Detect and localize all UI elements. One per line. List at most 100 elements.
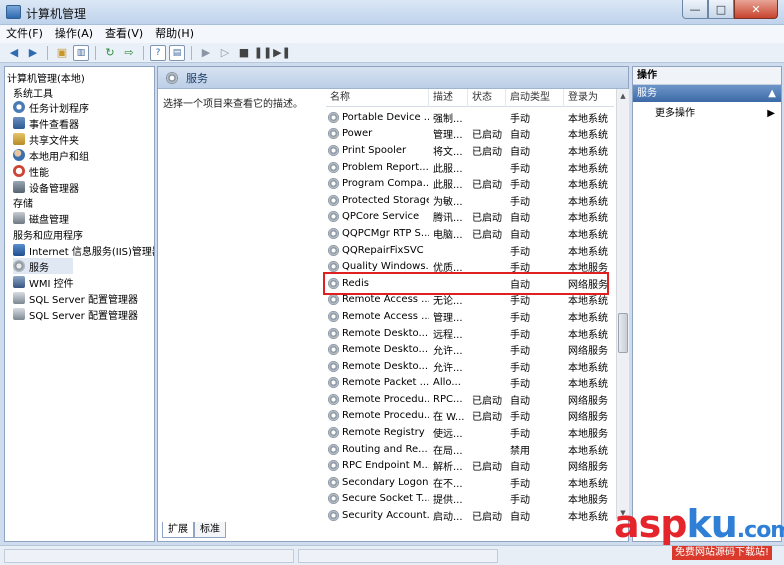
- table-row[interactable]: Secondary Logon 在不... 手动 本地系统: [326, 474, 614, 491]
- properties-icon[interactable]: ▤: [169, 44, 185, 61]
- tab-standard[interactable]: 标准: [194, 522, 226, 538]
- restart-icon[interactable]: ▶❚: [273, 45, 291, 61]
- show-hide-tree-icon[interactable]: ▥: [73, 44, 89, 61]
- menu-action[interactable]: 操作(A): [49, 25, 99, 43]
- stop-icon[interactable]: ■: [236, 45, 252, 61]
- minimize-button[interactable]: —: [682, 0, 708, 19]
- maximize-button[interactable]: □: [708, 0, 734, 19]
- tree-local-users[interactable]: 本地用户和组: [13, 147, 89, 163]
- table-row[interactable]: Secure Socket T... 提供... 手动 本地服务: [326, 491, 614, 508]
- service-name-cell: Security Account...: [326, 510, 429, 522]
- tree-shared-folders[interactable]: 共享文件夹: [13, 131, 79, 147]
- tree-event-viewer[interactable]: 事件查看器: [13, 115, 79, 131]
- table-row[interactable]: Quality Windows... 优质... 手动 本地服务: [326, 258, 614, 275]
- column-header-startup-type[interactable]: 启动类型: [506, 89, 564, 107]
- service-description-cell: 允许...: [433, 346, 463, 358]
- table-row[interactable]: Protected Storage 为敏... 手动 本地系统: [326, 192, 614, 209]
- service-startup-cell: 自动: [510, 213, 530, 225]
- performance-icon: [13, 165, 25, 177]
- service-gear-icon: [328, 360, 339, 372]
- back-arrow-icon[interactable]: ◀: [6, 45, 22, 61]
- table-row[interactable]: Remote Deskto... 允许... 手动 本地系统: [326, 358, 614, 375]
- tree-performance[interactable]: 性能: [13, 163, 49, 179]
- table-row[interactable]: Remote Packet ... Allo... 手动 本地系统: [326, 375, 614, 392]
- table-row[interactable]: Remote Deskto... 远程... 手动 本地系统: [326, 325, 614, 342]
- users-icon: [13, 149, 25, 161]
- service-name-cell: Protected Storage: [326, 194, 429, 206]
- tree-device-manager-label: 设备管理器: [29, 183, 79, 195]
- tree-root[interactable]: 计算机管理(本地): [7, 69, 85, 85]
- clock-icon: [13, 101, 25, 113]
- actions-group-services[interactable]: 服务 ▲: [633, 85, 781, 102]
- table-row[interactable]: Remote Registry 使远... 手动 本地服务: [326, 424, 614, 441]
- tab-extended[interactable]: 扩展: [162, 522, 194, 538]
- tree-sql-config-2[interactable]: SQL Server 配置管理器: [13, 306, 138, 322]
- table-row[interactable]: Program Compa... 此服... 已启动 手动 本地系统: [326, 175, 614, 192]
- table-row[interactable]: Remote Procedu... 在 W... 已启动 手动 网络服务: [326, 408, 614, 425]
- service-gear-icon: [328, 294, 339, 306]
- table-row[interactable]: Problem Report... 此服... 手动 本地系统: [326, 159, 614, 176]
- table-row[interactable]: QQPCMgr RTP S... 电脑... 已启动 自动 本地系统: [326, 225, 614, 242]
- menu-file[interactable]: 文件(F): [0, 25, 49, 43]
- tree-task-scheduler[interactable]: 任务计划程序: [13, 99, 89, 115]
- menu-view[interactable]: 查看(V): [99, 25, 149, 43]
- menu-bar: 文件(F) 操作(A) 查看(V) 帮助(H): [0, 25, 784, 43]
- collapse-arrow-icon[interactable]: ▲: [768, 85, 776, 102]
- more-actions[interactable]: 更多操作 ▶: [633, 105, 781, 122]
- tree-storage[interactable]: 存储: [13, 194, 33, 210]
- tree-device-manager[interactable]: 设备管理器: [13, 179, 79, 195]
- export-icon[interactable]: ⇨: [121, 45, 137, 61]
- tree-sql-config-1-label: SQL Server 配置管理器: [29, 294, 138, 306]
- help-icon[interactable]: ?: [150, 44, 166, 61]
- service-name: Problem Report...: [342, 161, 429, 173]
- services-scrollbar[interactable]: ▲ ▼: [616, 89, 629, 519]
- service-logon-cell: 本地系统: [568, 113, 608, 125]
- service-startup-cell: 手动: [510, 379, 530, 391]
- table-row[interactable]: Remote Procedu... RPC... 已启动 自动 网络服务: [326, 391, 614, 408]
- service-startup-cell: 手动: [510, 495, 530, 507]
- table-row[interactable]: Remote Access ... 管理... 手动 本地系统: [326, 308, 614, 325]
- table-row[interactable]: QPCore Service 腾讯... 已启动 自动 本地系统: [326, 209, 614, 226]
- service-description-cell: Allo...: [433, 377, 461, 389]
- table-row[interactable]: Security Account... 启动... 已启动 自动 本地系统: [326, 507, 614, 524]
- refresh-icon[interactable]: ↻: [102, 45, 118, 61]
- close-button[interactable]: ✕: [734, 0, 778, 19]
- wmi-icon: [13, 276, 25, 288]
- table-row[interactable]: Power 管理... 已启动 自动 本地系统: [326, 126, 614, 143]
- column-header-logon-as[interactable]: 登录为: [564, 89, 614, 107]
- table-row[interactable]: QQRepairFixSVC 手动 本地系统: [326, 242, 614, 259]
- tree-services-and-apps[interactable]: 服务和应用程序: [13, 226, 83, 242]
- service-description-cell: 管理...: [433, 130, 463, 142]
- tree-services[interactable]: 服务: [13, 258, 73, 274]
- tree-iis[interactable]: Internet 信息服务(IIS)管理器: [13, 242, 154, 258]
- table-row[interactable]: Print Spooler 将文... 已启动 自动 本地系统: [326, 142, 614, 159]
- service-name-cell: Program Compa...: [326, 178, 429, 190]
- service-startup-cell: 自动: [510, 279, 530, 291]
- forward-arrow-icon[interactable]: ▶: [25, 45, 41, 61]
- table-row[interactable]: Portable Device ... 强制... 手动 本地系统: [326, 109, 614, 126]
- scroll-thumb[interactable]: [618, 313, 628, 353]
- device-manager-icon: [13, 181, 25, 193]
- column-header-description[interactable]: 描述: [429, 89, 468, 107]
- tree-sql-config-1[interactable]: SQL Server 配置管理器: [13, 290, 138, 306]
- table-row[interactable]: RPC Endpoint M... 解析... 已启动 自动 网络服务: [326, 457, 614, 474]
- tree-system-tools[interactable]: 系统工具: [13, 84, 53, 100]
- service-gear-icon: [328, 194, 339, 206]
- tree-wmi[interactable]: WMI 控件: [13, 274, 74, 290]
- up-folder-icon[interactable]: ▣: [54, 45, 70, 61]
- pause-icon[interactable]: ❚❚: [254, 45, 272, 61]
- service-startup-cell: 自动: [510, 146, 530, 158]
- menu-help[interactable]: 帮助(H): [149, 25, 200, 43]
- table-row[interactable]: Redis 自动 网络服务: [326, 275, 614, 292]
- table-row[interactable]: Remote Deskto... 允许... 手动 网络服务: [326, 341, 614, 358]
- tree-disk-management[interactable]: 磁盘管理: [13, 210, 69, 226]
- play-icon[interactable]: ▶: [198, 45, 214, 61]
- column-header-status[interactable]: 状态: [468, 89, 506, 107]
- table-row[interactable]: Remote Access ... 无论... 手动 本地系统: [326, 292, 614, 309]
- service-gear-icon: [328, 144, 339, 156]
- table-row[interactable]: Routing and Re... 在局... 禁用 本地系统: [326, 441, 614, 458]
- play-alt-icon[interactable]: ▷: [217, 45, 233, 61]
- service-name: Remote Deskto...: [342, 360, 429, 372]
- column-header-name[interactable]: 名称: [326, 89, 429, 107]
- scroll-up-arrow-icon[interactable]: ▲: [617, 89, 629, 102]
